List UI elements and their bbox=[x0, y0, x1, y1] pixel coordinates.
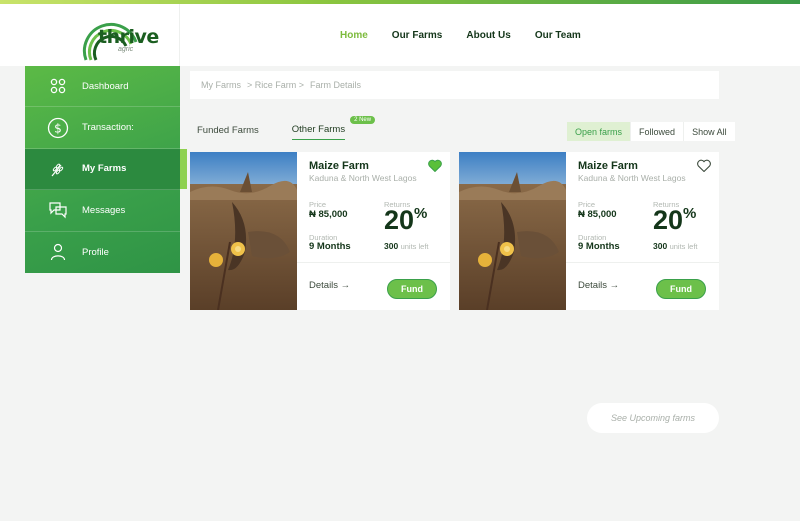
price-value: ₦ 85,000 bbox=[309, 209, 348, 220]
price-label: Price bbox=[578, 200, 596, 209]
breadcrumb-rice-farm[interactable]: > Rice Farm > bbox=[247, 80, 304, 90]
nav-our-farms[interactable]: Our Farms bbox=[392, 30, 443, 41]
dollar-icon: $ bbox=[46, 116, 70, 140]
sidebar-item-dashboard[interactable]: Dashboard bbox=[25, 66, 180, 108]
main-nav: Home Our Farms About Us Our Team bbox=[340, 4, 605, 66]
units-count: 300 bbox=[653, 241, 668, 251]
tab-label: Other Farms bbox=[291, 124, 346, 135]
farm-filters: Open farms Followed Show All bbox=[567, 122, 735, 141]
farm-card: Maize Farm Kaduna & North West Lagos Pri… bbox=[459, 152, 719, 310]
brand-tagline: agric bbox=[118, 46, 134, 53]
farm-tabs: Funded Farms Other Farms 2 New bbox=[197, 116, 378, 140]
units-text: units left bbox=[400, 242, 429, 251]
card-body: Maize Farm Kaduna & North West Lagos Pri… bbox=[566, 152, 719, 310]
sidebar-item-label: Transaction: bbox=[82, 122, 134, 134]
farm-image bbox=[190, 152, 297, 310]
sidebar-item-transaction[interactable]: $ Transaction: bbox=[25, 107, 180, 149]
card-divider bbox=[297, 262, 450, 263]
returns-unit: % bbox=[414, 205, 428, 222]
sidebar-item-profile[interactable]: Profile bbox=[25, 232, 180, 273]
breadcrumb: My Farms > Rice Farm > Farm Details bbox=[190, 71, 719, 99]
new-badge: 2 New bbox=[350, 116, 376, 124]
price-label: Price bbox=[309, 200, 327, 209]
header: thrive agric Home Our Farms About Us Our… bbox=[0, 4, 800, 66]
returns-number: 20 bbox=[653, 205, 684, 235]
farm-title[interactable]: Maize Farm bbox=[309, 160, 369, 172]
nav-about-us[interactable]: About Us bbox=[466, 30, 510, 41]
fund-button[interactable]: Fund bbox=[387, 279, 437, 299]
see-upcoming-farms-button[interactable]: See Upcoming farms bbox=[587, 403, 719, 433]
units-left: 300 units left bbox=[653, 241, 698, 251]
returns-value: 20% bbox=[384, 205, 427, 236]
tab-funded-farms[interactable]: Funded Farms bbox=[197, 125, 259, 140]
breadcrumb-farm-details: Farm Details bbox=[310, 80, 362, 90]
breadcrumb-my-farms[interactable]: My Farms bbox=[201, 80, 241, 90]
units-text: units left bbox=[669, 242, 698, 251]
farm-title[interactable]: Maize Farm bbox=[578, 160, 638, 172]
sidebar-item-messages[interactable]: Messages bbox=[25, 190, 180, 232]
svg-text:$: $ bbox=[54, 121, 62, 135]
sidebar: Dashboard $ Transaction: My Farms Messag… bbox=[25, 66, 187, 273]
farm-image bbox=[459, 152, 566, 310]
wheat-icon bbox=[46, 157, 70, 181]
heart-outline-icon[interactable] bbox=[697, 159, 711, 172]
units-count: 300 bbox=[384, 241, 399, 251]
tab-other-farms[interactable]: Other Farms 2 New bbox=[291, 116, 376, 140]
farm-location: Kaduna & North West Lagos bbox=[309, 173, 417, 183]
sidebar-item-label: My Farms bbox=[82, 163, 127, 175]
card-divider bbox=[566, 262, 719, 263]
nav-our-team[interactable]: Our Team bbox=[535, 30, 581, 41]
farm-location: Kaduna & North West Lagos bbox=[578, 173, 686, 183]
sidebar-item-label: Profile bbox=[82, 246, 109, 258]
heart-filled-icon[interactable] bbox=[428, 159, 442, 172]
filter-open-farms[interactable]: Open farms bbox=[567, 122, 632, 141]
details-link[interactable]: Details → bbox=[309, 280, 350, 291]
profile-icon bbox=[46, 240, 70, 264]
brand-name: thrive bbox=[98, 26, 159, 48]
filter-show-all[interactable]: Show All bbox=[684, 122, 735, 141]
filter-followed[interactable]: Followed bbox=[631, 122, 685, 141]
price-value: ₦ 85,000 bbox=[578, 209, 617, 220]
returns-value: 20% bbox=[653, 205, 696, 236]
sidebar-item-label: Dashboard bbox=[82, 80, 129, 92]
units-left: 300 units left bbox=[384, 241, 429, 251]
nav-home[interactable]: Home bbox=[340, 30, 368, 41]
returns-unit: % bbox=[683, 205, 697, 222]
card-body: Maize Farm Kaduna & North West Lagos Pri… bbox=[297, 152, 450, 310]
duration-value: 9 Months bbox=[309, 241, 351, 252]
logo[interactable]: thrive agric bbox=[0, 4, 180, 66]
duration-value: 9 Months bbox=[578, 241, 620, 252]
details-link[interactable]: Details → bbox=[578, 280, 619, 291]
messages-icon bbox=[46, 198, 70, 222]
fund-button[interactable]: Fund bbox=[656, 279, 706, 299]
dashboard-icon bbox=[46, 74, 70, 98]
returns-number: 20 bbox=[384, 205, 415, 235]
sidebar-item-label: Messages bbox=[82, 204, 126, 216]
sidebar-item-my-farms[interactable]: My Farms bbox=[25, 148, 187, 191]
farm-card: Maize Farm Kaduna & North West Lagos Pri… bbox=[190, 152, 450, 310]
